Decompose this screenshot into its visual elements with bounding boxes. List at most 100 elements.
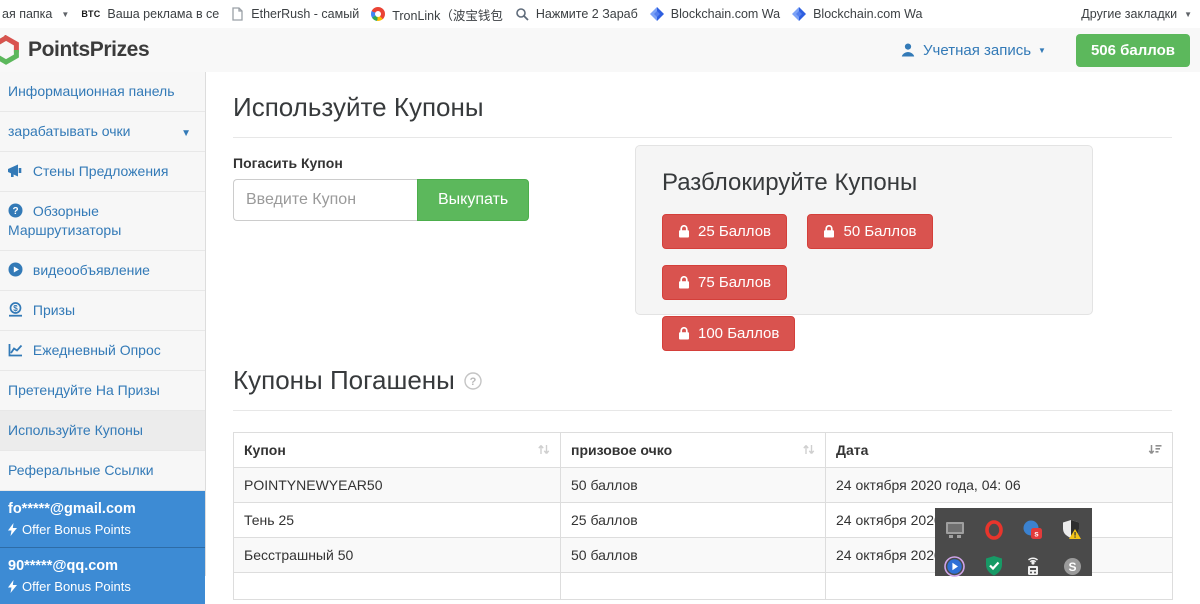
coupon-input[interactable]	[233, 179, 417, 221]
sidebar-item-use-coupons[interactable]: Используйте Купоны	[0, 411, 205, 451]
question-circle-icon: ?	[8, 203, 23, 218]
bookmark-item[interactable]: BTC Ваша реклама в се	[81, 7, 219, 21]
brand-logo[interactable]: PointsPrizes	[0, 35, 149, 65]
sort-descending-icon	[1148, 443, 1162, 456]
coupon-cell: POINTYNEWYEAR50	[234, 468, 561, 503]
unlock-coupons-title: Разблокируйте Купоны	[662, 169, 1066, 197]
skype-offline-icon[interactable]: S	[1061, 555, 1083, 577]
bookmark-label: Нажмите 2 Зараб	[536, 7, 638, 21]
svg-text:?: ?	[12, 206, 18, 217]
svg-text:$: $	[13, 304, 18, 313]
unlock-50-button[interactable]: 50 Баллов	[807, 214, 932, 249]
sidebar-item-dashboard[interactable]: Информационная панель	[0, 72, 205, 112]
referral-account-1[interactable]: fo*****@gmail.com Offer Bonus Points	[0, 491, 205, 547]
lightning-icon	[8, 523, 17, 536]
blockchain-favicon	[792, 7, 806, 21]
sidebar-item-claim-prizes[interactable]: Претендуйте На Призы	[0, 371, 205, 411]
document-favicon	[231, 7, 244, 21]
coupon-cell: Тень 25	[234, 503, 561, 538]
unlock-75-button[interactable]: 75 Баллов	[662, 265, 787, 300]
svg-text:s: s	[1034, 530, 1039, 539]
coin-icon: $	[8, 302, 23, 317]
sort-icon	[537, 443, 550, 456]
chart-line-icon	[8, 343, 23, 357]
bookmark-item[interactable]: Blockchain.com Wa	[792, 7, 922, 21]
redeemed-coupons-title: Купоны Погашены	[233, 365, 455, 396]
shield-check-icon[interactable]	[983, 555, 1005, 577]
defender-warning-icon[interactable]	[1061, 519, 1083, 541]
help-circle-icon[interactable]: ?	[464, 372, 482, 390]
bookmark-item[interactable]: TronLink（波宝钱包	[371, 5, 503, 24]
sidebar: Информационная панель зарабатывать очки …	[0, 72, 206, 576]
unlock-100-button[interactable]: 100 Баллов	[662, 316, 795, 351]
points-cell: 50 баллов	[561, 538, 826, 573]
messenger-s-icon[interactable]: s	[1022, 519, 1044, 541]
opera-icon[interactable]	[983, 519, 1005, 541]
lock-icon	[823, 225, 835, 238]
btc-favicon: BTC	[81, 9, 100, 19]
megaphone-icon	[8, 164, 23, 178]
bookmark-label: TronLink（波宝钱包	[392, 5, 503, 24]
other-bookmarks-label: Другие закладки	[1081, 7, 1177, 21]
bookmark-folder[interactable]: ая папка ▼	[2, 7, 69, 21]
brand-name: PointsPrizes	[28, 38, 149, 62]
column-header-coupon[interactable]: Купон	[234, 433, 561, 468]
referral-offer-label: Offer Bonus Points	[22, 522, 131, 537]
search-favicon	[515, 7, 529, 21]
sidebar-item-prizes[interactable]: $ Призы	[0, 291, 205, 331]
lightning-icon	[8, 580, 17, 593]
chevron-down-icon: ▼	[1184, 10, 1192, 19]
points-cell: 25 баллов	[561, 503, 826, 538]
bookmark-label: Ваша реклама в се	[107, 7, 219, 21]
lock-icon	[678, 327, 690, 340]
table-row: POINTYNEWYEAR50 50 баллов 24 октября 202…	[234, 468, 1173, 503]
coupon-cell: Бесстрашный 50	[234, 538, 561, 573]
chevron-down-icon: ▼	[61, 10, 69, 19]
account-label: Учетная запись	[923, 42, 1031, 59]
chevron-down-icon: ▼	[181, 124, 191, 143]
lock-icon	[678, 276, 690, 289]
points-cell: 50 баллов	[561, 468, 826, 503]
bookmark-label: Blockchain.com Wa	[671, 7, 780, 21]
play-circle-icon	[8, 262, 23, 277]
bookmark-item[interactable]: Blockchain.com Wa	[650, 7, 780, 21]
bookmark-item[interactable]: EtherRush - самый	[231, 7, 359, 21]
account-menu[interactable]: Учетная запись ▼	[900, 42, 1046, 59]
referral-email: 90*****@qq.com	[8, 557, 197, 576]
unlock-25-button[interactable]: 25 Баллов	[662, 214, 787, 249]
system-tray-popup: s S	[935, 508, 1092, 576]
monitor-icon[interactable]	[944, 519, 966, 541]
bookmark-label: ая папка	[2, 7, 52, 21]
divider	[233, 410, 1172, 411]
chevron-down-icon: ▼	[1038, 46, 1046, 55]
person-icon	[900, 42, 916, 58]
tronlink-favicon	[371, 7, 385, 21]
site-header: PointsPrizes Учетная запись ▼ 506 баллов	[0, 28, 1200, 73]
column-header-date[interactable]: Дата	[826, 433, 1173, 468]
pointsprizes-logo-icon	[0, 35, 21, 65]
column-header-points[interactable]: призовое очко	[561, 433, 826, 468]
page-title: Используйте Купоны	[233, 92, 1200, 123]
points-balance-badge[interactable]: 506 баллов	[1076, 34, 1190, 67]
antenna-icon[interactable]	[1022, 555, 1044, 577]
bookmarks-bar: ая папка ▼ BTC Ваша реклама в се EtherRu…	[0, 0, 1200, 29]
sort-icon	[802, 443, 815, 456]
sidebar-item-survey-routers[interactable]: ? Обзорные Маршрутизаторы	[0, 192, 205, 251]
other-bookmarks-button[interactable]: Другие закладки ▼	[1081, 7, 1192, 21]
referral-offer-label: Offer Bonus Points	[22, 579, 131, 594]
main-content: Используйте Купоны Погасить Купон Выкупа…	[206, 72, 1200, 576]
play-circle-tray-icon[interactable]	[944, 555, 966, 577]
sidebar-item-referral-links[interactable]: Реферальные Ссылки	[0, 451, 205, 491]
sidebar-item-daily-poll[interactable]: Ежедневный Опрос	[0, 331, 205, 371]
date-cell: 24 октября 2020 года, 04: 06	[826, 468, 1173, 503]
bookmark-label: EtherRush - самый	[251, 7, 359, 21]
bookmark-label: Blockchain.com Wa	[813, 7, 922, 21]
sidebar-item-video-ads[interactable]: видеообъявление	[0, 251, 205, 291]
blockchain-favicon	[650, 7, 664, 21]
referral-email: fo*****@gmail.com	[8, 500, 197, 519]
redeem-button[interactable]: Выкупать	[417, 179, 529, 221]
sidebar-item-offer-walls[interactable]: Стены Предложения	[0, 152, 205, 192]
svg-text:S: S	[1068, 559, 1076, 573]
sidebar-item-earn-points[interactable]: зарабатывать очки ▼	[0, 112, 205, 152]
bookmark-item[interactable]: Нажмите 2 Зараб	[515, 7, 638, 21]
